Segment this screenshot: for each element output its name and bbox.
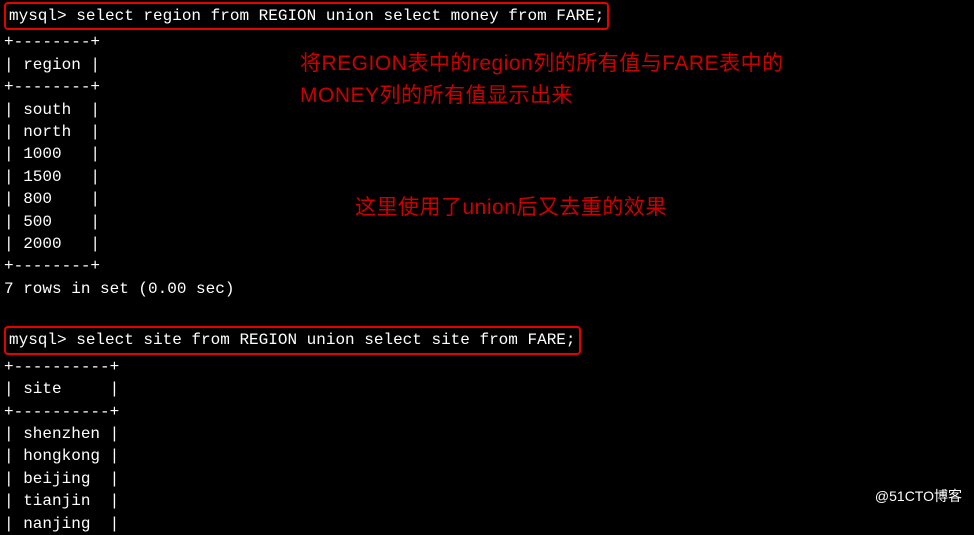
table2-header: | site | (4, 378, 970, 400)
query1-block: mysql> select region from REGION union s… (4, 2, 970, 300)
table2-sep-top: +----------+ (4, 356, 970, 378)
annotation-1-line2: MONEY列的所有值显示出来 (300, 80, 784, 112)
table1-row: | 1500 | (4, 166, 970, 188)
query2-block: mysql> select site from REGION union sel… (4, 326, 970, 535)
table1-row: | 1000 | (4, 143, 970, 165)
table1-row: | 2000 | (4, 233, 970, 255)
annotation-1: 将REGION表中的region列的所有值与FARE表中的 MONEY列的所有值… (300, 48, 784, 111)
table2-row: | beijing | (4, 468, 970, 490)
query1-prompt: mysql> select region from REGION union s… (9, 7, 604, 25)
blank-line (4, 304, 970, 326)
table2-row: | shenzhen | (4, 423, 970, 445)
table1-sep-bot: +--------+ (4, 255, 970, 277)
query1-summary: 7 rows in set (0.00 sec) (4, 278, 970, 300)
table1-row: | north | (4, 121, 970, 143)
table2-sep-mid: +----------+ (4, 401, 970, 423)
query2-prompt: mysql> select site from REGION union sel… (9, 331, 576, 349)
table2-row: | nanjing | (4, 513, 970, 535)
query1-highlight-box: mysql> select region from REGION union s… (4, 2, 609, 30)
annotation-1-line1: 将REGION表中的region列的所有值与FARE表中的 (300, 48, 784, 80)
table2-row: | hongkong | (4, 445, 970, 467)
query2-highlight-box: mysql> select site from REGION union sel… (4, 326, 581, 354)
watermark: @51CTO博客 (875, 487, 962, 507)
annotation-2: 这里使用了union后又去重的效果 (355, 192, 667, 224)
table2-row: | tianjin | (4, 490, 970, 512)
